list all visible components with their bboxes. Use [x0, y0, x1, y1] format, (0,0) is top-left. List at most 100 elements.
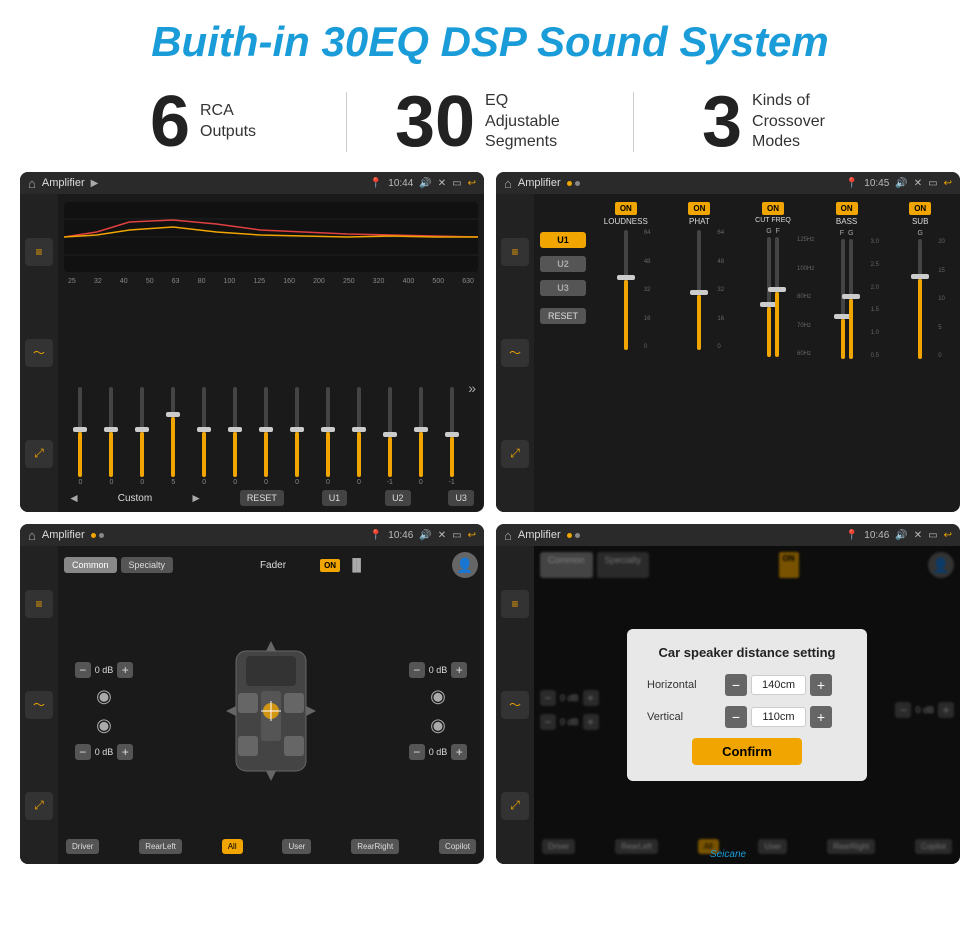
on-badge-loudness[interactable]: ON — [615, 202, 637, 215]
slider-cutfreq-f[interactable] — [775, 237, 779, 357]
home-icon-3[interactable]: ⌂ — [28, 528, 36, 543]
close-icon-3[interactable]: ✕ — [438, 530, 446, 541]
zone-driver[interactable]: Driver — [66, 839, 99, 854]
eq-slider-11[interactable]: -1 — [375, 387, 404, 486]
slider-cutfreq-g[interactable] — [767, 237, 771, 357]
back-icon-2[interactable]: ↩ — [944, 178, 952, 189]
minus-fl[interactable]: − — [75, 662, 91, 678]
close-icon-2[interactable]: ✕ — [914, 178, 922, 189]
speaker-icon-1[interactable]: 🔊 — [419, 178, 431, 189]
expand-icon-btn-2[interactable]: ⤢ — [501, 440, 529, 468]
window-icon-2[interactable]: ▭ — [928, 178, 937, 189]
speaker-icon-4[interactable]: 🔊 — [895, 530, 907, 541]
tab-specialty[interactable]: Specialty — [121, 557, 174, 573]
eq-slider-12[interactable]: 0 — [406, 387, 435, 486]
prev-arrow[interactable]: ◄ — [68, 491, 80, 505]
eq-slider-6[interactable]: 0 — [221, 387, 250, 486]
slider-loudness[interactable] — [624, 230, 628, 350]
eq-slider-9[interactable]: 0 — [314, 387, 343, 486]
tab-common[interactable]: Common — [64, 557, 117, 573]
home-icon-4[interactable]: ⌂ — [504, 528, 512, 543]
u1-btn-2[interactable]: U1 — [540, 232, 586, 248]
horizontal-minus[interactable]: − — [725, 674, 747, 696]
slider-sub[interactable] — [918, 239, 922, 359]
reset-btn-2[interactable]: RESET — [540, 308, 586, 324]
fader-slider[interactable]: ▐▌ — [348, 558, 365, 572]
zone-rear-right[interactable]: RearRight — [351, 839, 399, 854]
eq-icon-btn-3[interactable]: ≡ — [25, 590, 53, 618]
back-icon-4[interactable]: ↩ — [944, 530, 952, 541]
horizontal-plus[interactable]: + — [810, 674, 832, 696]
plus-fl[interactable]: + — [117, 662, 133, 678]
eq-slider-4[interactable]: 5 — [159, 387, 188, 486]
dot-gray-3 — [99, 533, 104, 538]
minus-rr[interactable]: − — [409, 744, 425, 760]
param-bass: ON BASS F G — [813, 202, 881, 506]
eq-icon-btn-1[interactable]: ≡ — [25, 238, 53, 266]
window-icon-4[interactable]: ▭ — [928, 530, 937, 541]
dialog-row-horizontal: Horizontal − 140cm + — [647, 674, 847, 696]
wave-icon-btn-3[interactable]: 〜 — [25, 691, 53, 719]
zone-copilot[interactable]: Copilot — [439, 839, 476, 854]
wave-icon-btn-1[interactable]: 〜 — [25, 339, 53, 367]
minus-rl[interactable]: − — [75, 744, 91, 760]
speaker-icon-2[interactable]: 🔊 — [895, 178, 907, 189]
home-icon-1[interactable]: ⌂ — [28, 176, 36, 191]
eq-slider-10[interactable]: 0 — [344, 387, 373, 486]
zone-all[interactable]: All — [222, 839, 243, 854]
slider-phat[interactable] — [697, 230, 701, 350]
window-icon-3[interactable]: ▭ — [452, 530, 461, 541]
time-4: 10:46 — [864, 530, 889, 541]
speaker-icon-rl: ◉ — [96, 715, 112, 736]
u3-btn-1[interactable]: U3 — [448, 490, 474, 506]
play-icon-1[interactable]: ▶ — [91, 178, 99, 189]
on-badge-sub[interactable]: ON — [909, 202, 931, 215]
expand-icon-btn-4[interactable]: ⤢ — [501, 792, 529, 820]
eq-icon-btn-2[interactable]: ≡ — [501, 238, 529, 266]
vertical-plus[interactable]: + — [810, 706, 832, 728]
speaker-icon-3[interactable]: 🔊 — [419, 530, 431, 541]
on-badge-cutfreq[interactable]: ON — [762, 202, 784, 215]
plus-rl[interactable]: + — [117, 744, 133, 760]
u3-btn-2[interactable]: U3 — [540, 280, 586, 296]
next-arrow[interactable]: ► — [190, 491, 202, 505]
eq-icon-btn-4[interactable]: ≡ — [501, 590, 529, 618]
home-icon-2[interactable]: ⌂ — [504, 176, 512, 191]
u2-btn-1[interactable]: U2 — [385, 490, 411, 506]
on-badge-fader[interactable]: ON — [320, 559, 340, 572]
plus-rr[interactable]: + — [451, 744, 467, 760]
back-icon-3[interactable]: ↩ — [468, 530, 476, 541]
zone-user[interactable]: User — [282, 839, 311, 854]
vertical-minus[interactable]: − — [725, 706, 747, 728]
on-badge-phat[interactable]: ON — [688, 202, 710, 215]
eq-slider-2[interactable]: 0 — [97, 387, 126, 486]
confirm-button[interactable]: Confirm — [692, 738, 802, 765]
tabs-row-3: Common Specialty Fader ON ▐▌ 👤 — [64, 552, 478, 578]
wave-icon-btn-2[interactable]: 〜 — [501, 339, 529, 367]
u1-btn-1[interactable]: U1 — [322, 490, 348, 506]
expand-icon-btn-3[interactable]: ⤢ — [25, 792, 53, 820]
wave-icon-btn-4[interactable]: 〜 — [501, 691, 529, 719]
eq-slider-5[interactable]: 0 — [190, 387, 219, 486]
more-icon[interactable]: » — [468, 380, 476, 396]
on-badge-bass[interactable]: ON — [836, 202, 858, 215]
minus-fr[interactable]: − — [409, 662, 425, 678]
plus-fr[interactable]: + — [451, 662, 467, 678]
slider-bass-g[interactable] — [849, 239, 853, 359]
dot-orange-3 — [91, 533, 96, 538]
back-icon-1[interactable]: ↩ — [468, 178, 476, 189]
slider-bass-f[interactable] — [841, 239, 845, 359]
window-icon-1[interactable]: ▭ — [452, 178, 461, 189]
eq-slider-7[interactable]: 0 — [252, 387, 281, 486]
eq-slider-8[interactable]: 0 — [283, 387, 312, 486]
eq-slider-3[interactable]: 0 — [128, 387, 157, 486]
zone-rear-left[interactable]: RearLeft — [139, 839, 182, 854]
expand-icon-btn-1[interactable]: ⤢ — [25, 440, 53, 468]
eq-slider-13[interactable]: -1 — [437, 387, 466, 486]
dialog-row-vertical: Vertical − 110cm + — [647, 706, 847, 728]
close-icon-4[interactable]: ✕ — [914, 530, 922, 541]
u2-btn-2[interactable]: U2 — [540, 256, 586, 272]
close-icon-1[interactable]: ✕ — [438, 178, 446, 189]
reset-btn-1[interactable]: RESET — [240, 490, 284, 506]
eq-slider-1[interactable]: 0 — [66, 387, 95, 486]
